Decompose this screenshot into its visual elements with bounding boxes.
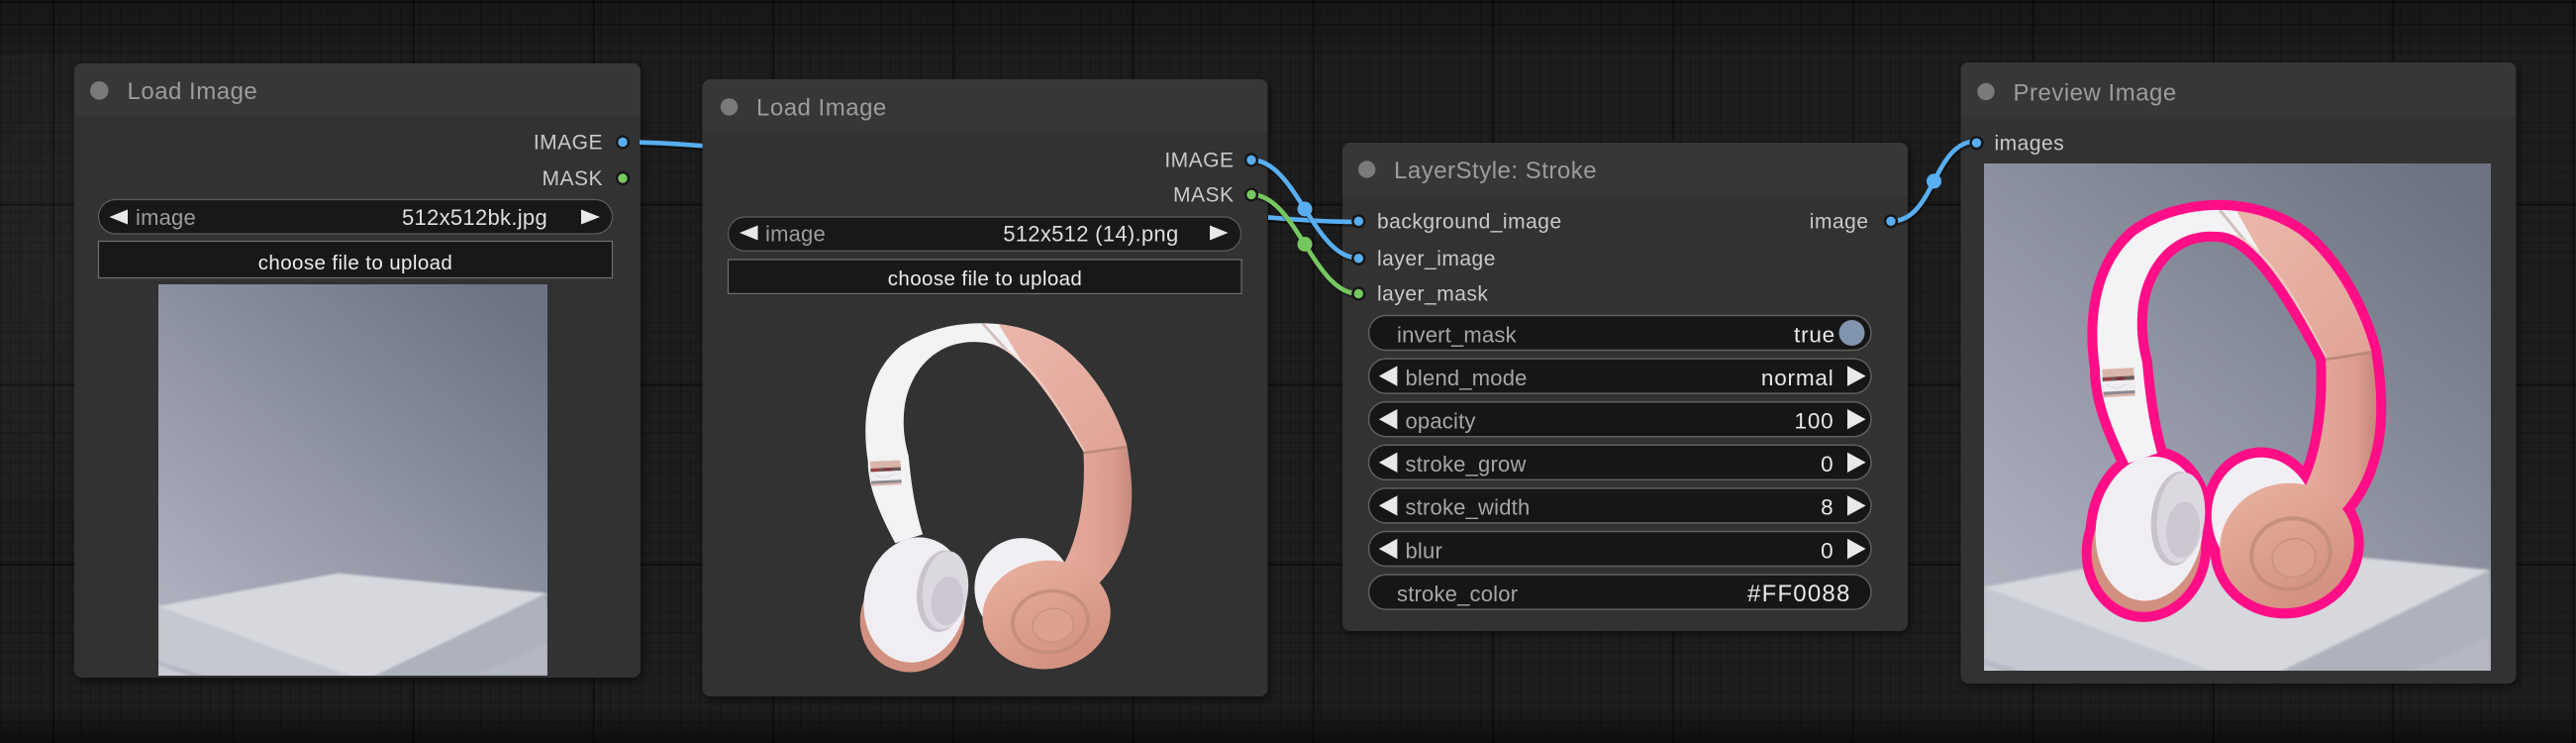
svg-text:IMAGE: IMAGE	[1164, 150, 1234, 172]
svg-text:choose file to upload: choose file to upload	[888, 267, 1082, 290]
svg-text:layer_image: layer_image	[1377, 248, 1496, 270]
svg-text:choose file to upload: choose file to upload	[258, 252, 452, 274]
svg-text:512x512 (14).png: 512x512 (14).png	[1003, 222, 1178, 247]
svg-text:LayerStyle: Stroke: LayerStyle: Stroke	[1394, 158, 1597, 184]
svg-text:stroke_color: stroke_color	[1397, 582, 1518, 606]
svg-text:100: 100	[1795, 409, 1834, 434]
svg-text:background_image: background_image	[1377, 211, 1562, 234]
svg-text:image: image	[1810, 211, 1869, 234]
svg-text:#FF0088: #FF0088	[1747, 581, 1850, 607]
svg-text:image: image	[765, 222, 826, 247]
svg-text:0: 0	[1821, 452, 1833, 477]
svg-text:0: 0	[1821, 538, 1833, 563]
svg-text:invert_mask: invert_mask	[1397, 322, 1518, 347]
svg-text:opacity: opacity	[1406, 409, 1476, 434]
svg-text:IMAGE: IMAGE	[534, 132, 603, 155]
svg-text:normal: normal	[1761, 366, 1834, 390]
svg-text:8: 8	[1821, 495, 1833, 520]
svg-text:MASK: MASK	[542, 167, 603, 190]
svg-text:Preview Image: Preview Image	[2014, 80, 2177, 107]
svg-text:stroke_width: stroke_width	[1406, 495, 1531, 520]
svg-text:blur: blur	[1406, 538, 1443, 563]
svg-text:Load Image: Load Image	[128, 78, 258, 105]
svg-text:images: images	[1995, 133, 2065, 156]
svg-text:layer_mask: layer_mask	[1377, 283, 1488, 306]
svg-text:Load Image: Load Image	[756, 95, 887, 122]
svg-text:MASK: MASK	[1173, 184, 1235, 207]
svg-text:true: true	[1794, 322, 1835, 347]
svg-text:stroke_grow: stroke_grow	[1406, 452, 1527, 477]
svg-text:image: image	[136, 205, 196, 230]
svg-text:blend_mode: blend_mode	[1406, 366, 1528, 390]
svg-text:512x512bk.jpg: 512x512bk.jpg	[402, 205, 547, 230]
